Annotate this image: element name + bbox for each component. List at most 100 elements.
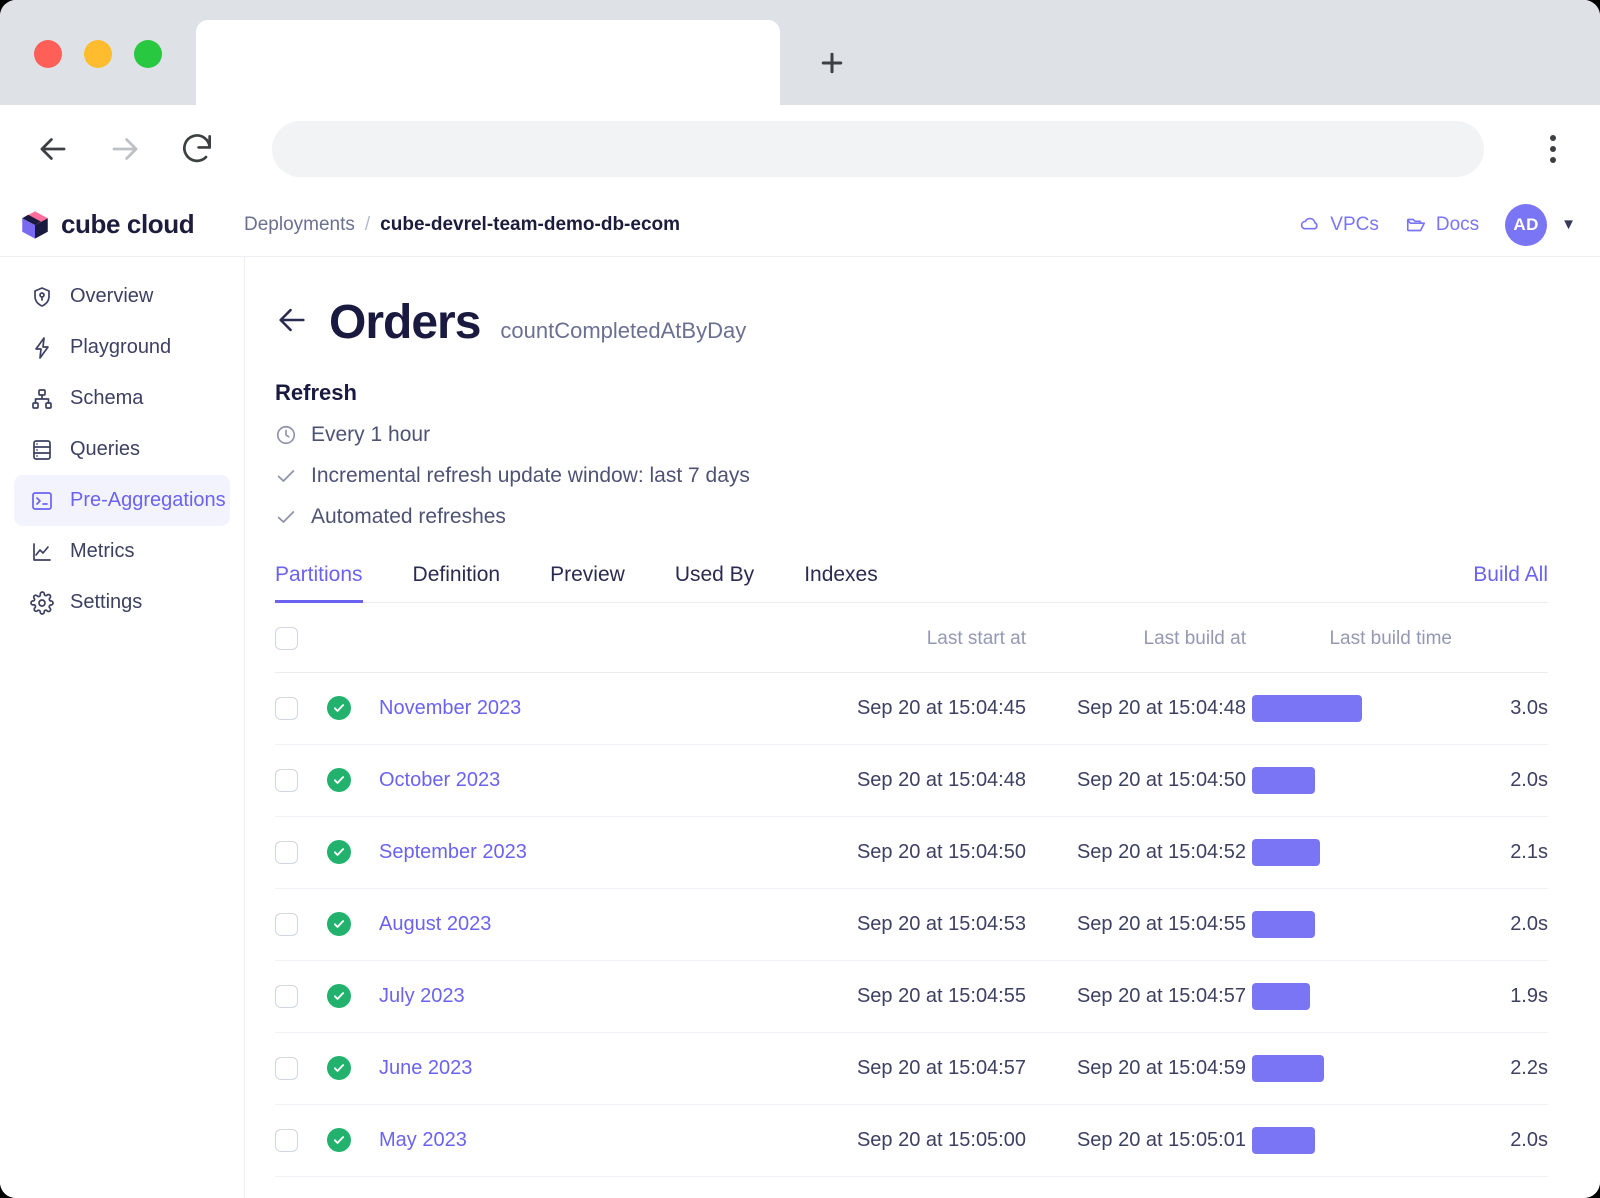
- cloud-icon: [1301, 217, 1318, 229]
- row-checkbox[interactable]: [275, 1129, 298, 1153]
- build-time-value-cell: 1.9s: [1452, 960, 1548, 1033]
- row-status-cell: [327, 672, 379, 745]
- partition-name-link[interactable]: May 2023: [379, 1129, 467, 1151]
- row-select-cell: [275, 960, 327, 1033]
- window-traffic-lights: [34, 40, 162, 68]
- table-row[interactable]: October 2023 Sep 20 at 15:04:48 Sep 20 at …: [275, 744, 1548, 817]
- partition-name-link[interactable]: October 2023: [379, 769, 500, 791]
- build-time-bar-wrap: [1252, 983, 1452, 1010]
- last-build-time-header[interactable]: Last build time: [1252, 603, 1452, 673]
- row-checkbox[interactable]: [275, 985, 298, 1009]
- table-row[interactable]: November 2023 Sep 20 at 15:04:45 Sep 20 at…: [275, 672, 1548, 745]
- page-subtitle: countCompletedAtByDay: [500, 318, 747, 343]
- table-row[interactable]: July 2023 Sep 20 at 15:04:55 Sep 20 at 15:…: [275, 960, 1548, 1033]
- back-button[interactable]: [30, 126, 76, 172]
- cube-cloud-logo[interactable]: cube cloud: [18, 208, 244, 242]
- kebab-dot: [1550, 157, 1556, 163]
- tab-definition[interactable]: Definition: [413, 563, 501, 602]
- partition-name-link[interactable]: November 2023: [379, 697, 521, 719]
- close-window-button[interactable]: [34, 40, 62, 68]
- status-success-icon: [327, 912, 351, 936]
- shield-icon: [34, 286, 50, 307]
- sidebar-item-label: Queries: [70, 438, 141, 460]
- build-time-bar: [1252, 839, 1320, 866]
- row-checkbox[interactable]: [275, 841, 298, 865]
- table-row[interactable]: August 2023 Sep 20 at 15:04:53 Sep 20 at 1…: [275, 888, 1548, 961]
- sidebar-item-label: Settings: [70, 591, 143, 613]
- partition-name-link[interactable]: June 2023: [379, 1057, 472, 1079]
- sidebar-item-settings[interactable]: Settings: [14, 577, 230, 628]
- browser-tab[interactable]: [196, 20, 780, 105]
- sidebar-item-schema[interactable]: Schema: [14, 373, 230, 424]
- browser-tab-strip: [0, 0, 1600, 105]
- sidebar-item-playground[interactable]: Playground: [14, 322, 230, 373]
- docs-label: Docs: [1435, 213, 1480, 235]
- automated-refresh-row: Automated refreshes: [275, 505, 1548, 529]
- docs-button[interactable]: Docs: [1405, 214, 1479, 236]
- build-time-value-cell: 2.2s: [1452, 1176, 1548, 1198]
- sidebar-item-label: Metrics: [70, 540, 135, 562]
- page-title: Orders: [329, 296, 481, 349]
- sidebar-item-label: Overview: [70, 285, 154, 307]
- build-time-bar-cell: [1252, 960, 1452, 1033]
- partition-name-link[interactable]: August 2023: [379, 913, 491, 935]
- address-bar[interactable]: [272, 121, 1484, 177]
- forward-button[interactable]: [102, 126, 148, 172]
- last-start-at-cell: Sep 20 at 15:05:02: [782, 1176, 1032, 1198]
- row-checkbox[interactable]: [275, 769, 298, 793]
- database-icon: [33, 439, 51, 460]
- last-start-at-cell: Sep 20 at 15:04:53: [782, 888, 1032, 961]
- account-menu-button[interactable]: ▼: [1561, 216, 1576, 233]
- sidebar-item-pre-aggregations[interactable]: Pre-Aggregations: [14, 475, 230, 526]
- build-time-bar-wrap: [1252, 839, 1452, 866]
- last-build-at-cell: Sep 20 at 15:05:01: [1032, 1104, 1252, 1177]
- maximize-window-button[interactable]: [134, 40, 162, 68]
- select-all-checkbox[interactable]: [275, 627, 298, 650]
- build-time-bar-cell: [1252, 1032, 1452, 1105]
- page-title-row: Orders countCompletedAtByDay: [275, 295, 1548, 350]
- breadcrumb: Deployments / cube-devrel-team-demo-db-e…: [244, 214, 680, 236]
- table-row[interactable]: May 2023 Sep 20 at 15:05:00 Sep 20 at 15:0…: [275, 1104, 1548, 1177]
- tab-partitions[interactable]: Partitions: [275, 563, 363, 603]
- last-build-at-cell: Sep 20 at 15:04:50: [1032, 744, 1252, 817]
- build-time-bar: [1252, 767, 1315, 794]
- build-time-bar-cell: [1252, 816, 1452, 889]
- refresh-heading: Refresh: [275, 380, 357, 405]
- build-time-value-cell: 2.1s: [1452, 816, 1548, 889]
- row-checkbox[interactable]: [275, 697, 298, 721]
- sidebar-item-queries[interactable]: Queries: [14, 424, 230, 475]
- avatar[interactable]: AD: [1505, 203, 1548, 246]
- partition-name-link[interactable]: September 2023: [379, 841, 527, 863]
- row-status-cell: [327, 960, 379, 1033]
- sidebar-item-metrics[interactable]: Metrics: [14, 526, 230, 577]
- reload-button[interactable]: [174, 126, 220, 172]
- partitions-table-body: November 2023 Sep 20 at 15:04:45 Sep 20 at…: [275, 672, 1548, 1198]
- partition-name-link[interactable]: July 2023: [379, 985, 465, 1007]
- row-checkbox[interactable]: [275, 913, 298, 937]
- refresh-window-text: Incremental refresh update window: last …: [311, 464, 750, 487]
- vpcs-button[interactable]: VPCs: [1299, 214, 1379, 236]
- kebab-dot: [1550, 146, 1556, 152]
- last-build-at-header[interactable]: Last build at: [1032, 603, 1252, 673]
- row-checkbox[interactable]: [275, 1057, 298, 1081]
- sidebar-item-overview[interactable]: Overview: [14, 271, 230, 322]
- partition-name-cell: May 2023: [379, 1104, 782, 1177]
- app-header: cube cloud Deployments / cube-devrel-tea…: [0, 193, 1600, 257]
- minimize-window-button[interactable]: [84, 40, 112, 68]
- breadcrumb-deployments-link[interactable]: Deployments: [244, 214, 355, 236]
- last-build-at-cell: Sep 20 at 15:04:55: [1032, 888, 1252, 961]
- browser-menu-button[interactable]: [1530, 126, 1576, 172]
- partition-name-cell: August 2023: [379, 888, 782, 961]
- row-status-cell: [327, 888, 379, 961]
- tab-indexes[interactable]: Indexes: [804, 563, 878, 602]
- tab-preview[interactable]: Preview: [550, 563, 625, 602]
- table-row[interactable]: June 2023 Sep 20 at 15:04:57 Sep 20 at 15:…: [275, 1032, 1548, 1105]
- brand-name: cube cloud: [61, 209, 195, 239]
- table-row[interactable]: September 2023 Sep 20 at 15:04:50 Sep 20 a…: [275, 816, 1548, 889]
- build-all-button[interactable]: Build All: [1473, 563, 1548, 602]
- tab-used-by[interactable]: Used By: [675, 563, 754, 602]
- back-to-list-button[interactable]: [275, 303, 309, 342]
- new-tab-button[interactable]: [800, 38, 864, 88]
- last-start-at-header[interactable]: Last start at: [782, 603, 1032, 673]
- table-row[interactable]: April 2023Sep 20 at 15:05:02Sep 20 at 15…: [275, 1176, 1548, 1198]
